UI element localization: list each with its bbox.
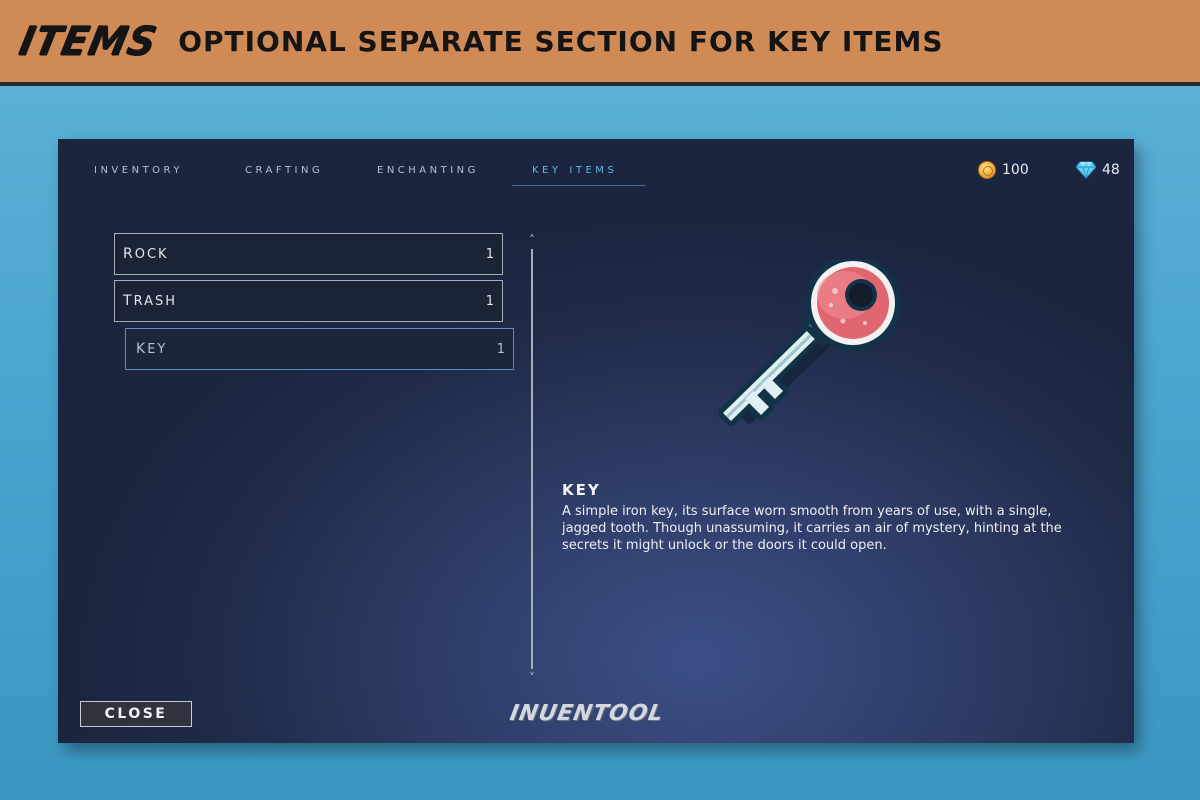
list-item-trash[interactable]: Trash 1 [114, 280, 503, 322]
list-item-name: Trash [123, 293, 177, 309]
item-detail-description: A simple iron key, its surface worn smoo… [562, 504, 1062, 553]
item-detail-title: Key [562, 481, 601, 499]
tab-crafting-label: Crafting [245, 161, 324, 177]
list-item-count: 1 [496, 341, 505, 357]
tab-inventory[interactable]: Inventory [94, 161, 183, 185]
list-item-name: Key [136, 341, 168, 357]
list-item-key[interactable]: Key 1 [125, 328, 514, 370]
inventory-window: Inventory Crafting Enchanting Key Items … [58, 139, 1134, 743]
inventool-logo: INUENTOOL [507, 701, 666, 726]
list-item-count: 1 [485, 293, 494, 309]
scroll-up-icon[interactable]: ˄ [525, 234, 539, 246]
tab-crafting[interactable]: Crafting [245, 161, 323, 185]
gem-counter: 48 [1076, 159, 1120, 181]
tab-key-items-label: Key Items [532, 161, 618, 177]
key-icon [718, 259, 901, 426]
coin-counter: 100 [978, 159, 1029, 181]
banner-logo: ITEMS [15, 17, 162, 65]
list-item-rock[interactable]: Rock 1 [114, 233, 503, 275]
active-tab-underline [512, 185, 646, 186]
banner-title: OPTIONAL SEPARATE SECTION FOR KEY ITEMS [178, 24, 944, 58]
coin-value: 100 [1002, 162, 1029, 178]
coin-stack-icon [978, 161, 996, 179]
tab-inventory-label: Inventory [94, 161, 183, 177]
scroll-down-icon[interactable]: ˅ [525, 672, 539, 684]
list-item-count: 1 [485, 246, 494, 262]
scroll-track[interactable] [531, 249, 533, 669]
top-banner: ITEMS OPTIONAL SEPARATE SECTION FOR KEY … [0, 0, 1200, 86]
tab-key-items[interactable]: Key Items [532, 161, 617, 185]
gem-value: 48 [1102, 162, 1120, 178]
close-button[interactable]: Close [80, 701, 192, 727]
item-list-scrollbar[interactable]: ˄ ˅ [524, 234, 539, 685]
diamond-icon [1076, 161, 1096, 179]
tab-enchanting-label: Enchanting [377, 161, 479, 177]
tab-enchanting[interactable]: Enchanting [377, 161, 479, 185]
list-item-name: Rock [123, 246, 169, 262]
